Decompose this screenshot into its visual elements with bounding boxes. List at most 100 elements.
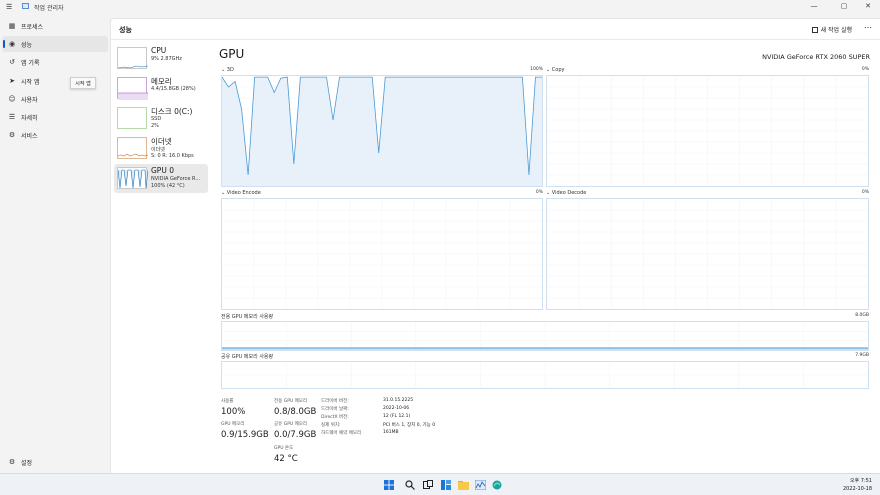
resource-sub: 9% 2.87GHz xyxy=(151,56,182,62)
ethernet-thumbnail-graph xyxy=(117,137,149,159)
resource-sub: NVIDIA GeForce R... xyxy=(151,176,201,182)
resource-sub: S: 0 R: 16.0 Kbps xyxy=(151,153,194,159)
task-manager-icon[interactable] xyxy=(474,479,486,491)
tooltip: 시작 앱 xyxy=(70,77,96,89)
taskbar: 오후 7:51 2022-10-18 xyxy=(0,473,880,495)
nav-item-label: 시작 앱 xyxy=(21,78,40,86)
resource-item-memory[interactable]: 메모리 4.4/15.8GB (28%) xyxy=(114,74,208,103)
active-indicator xyxy=(3,40,5,48)
info-label-driver-version: 드라이버 버전: xyxy=(321,399,349,404)
windows-start-icon[interactable] xyxy=(383,479,395,491)
performance-icon: ◉ xyxy=(8,40,16,48)
graph-3d-svg xyxy=(221,76,542,186)
nav-item-label: 앱 기록 xyxy=(21,59,40,67)
graph-label-copy: ⌄ Copy xyxy=(546,67,565,73)
resource-sub: SSD xyxy=(151,116,162,122)
info-value-driver-version: 31.0.15.2225 xyxy=(383,398,414,403)
nav-item-label: 성능 xyxy=(21,41,33,49)
nav-item-app-history[interactable]: ↺ 앱 기록 xyxy=(2,54,108,70)
task-manager-app-icon xyxy=(22,3,29,9)
info-label-location: 실제 위치: xyxy=(321,423,341,428)
gpu-model: NVIDIA GeForce RTX 2060 SUPER xyxy=(762,53,870,61)
graph-video-encode xyxy=(221,198,543,310)
graph-label-dedicated-memory: 전용 GPU 메모리 사용량 xyxy=(221,314,274,320)
graph-label-video-encode: ⌄ Video Encode xyxy=(221,190,261,196)
resource-name: GPU 0 xyxy=(151,166,174,175)
info-value-reserved-memory: 161MB xyxy=(383,430,399,435)
taskbar-clock[interactable]: 오후 7:51 2022-10-18 xyxy=(843,477,872,493)
clock-date: 2022-10-18 xyxy=(842,486,872,492)
file-explorer-icon[interactable] xyxy=(457,479,469,491)
graph-label-video-decode: ⌄ Video Decode xyxy=(546,190,587,196)
stat-label-dedicated-memory: 전용 GPU 메모리 xyxy=(274,399,308,404)
resource-item-gpu[interactable]: GPU 0 NVIDIA GeForce R... 100% (42 °C) xyxy=(114,164,208,193)
more-options-button[interactable]: ⋯ xyxy=(864,23,872,32)
info-value-driver-date: 2022-10-06 xyxy=(383,406,410,411)
settings-gear-icon: ⚙ xyxy=(8,458,16,466)
info-label-directx: DirectX 버전: xyxy=(321,415,349,420)
stat-value-gpu-temperature: 42 °C xyxy=(274,454,298,464)
nav-item-label: 서비스 xyxy=(21,132,38,140)
nav-item-settings[interactable]: ⚙ 설정 xyxy=(2,454,108,470)
stat-value-dedicated-memory: 0.8/8.0GB xyxy=(274,407,317,417)
stat-label-gpu-memory: GPU 메모리 xyxy=(221,422,245,427)
resource-name: CPU xyxy=(151,46,167,55)
stat-label-gpu-temperature: GPU 온도 xyxy=(274,446,294,451)
gpu-title: GPU xyxy=(219,47,245,61)
disk-thumbnail-graph xyxy=(117,107,147,129)
resource-sub: 100% (42 °C) xyxy=(151,183,185,189)
nav-item-services[interactable]: ⚙ 서비스 xyxy=(2,127,108,143)
minimize-button[interactable]: — xyxy=(804,2,824,10)
graph-max-dedicated-memory: 8.0GB xyxy=(855,313,869,318)
users-icon: ☺ xyxy=(8,95,16,103)
nav-item-label: 사용자 xyxy=(21,96,38,104)
info-label-reserved-memory: 하드웨어 예약 메모리 xyxy=(321,431,362,436)
header-divider xyxy=(111,39,880,40)
hamburger-menu-icon[interactable]: ☰ xyxy=(6,3,12,11)
stat-label-utilization: 사용률 xyxy=(221,399,234,404)
memory-thumbnail-graph xyxy=(117,77,148,100)
graph-label-3d: ⌄ 3D xyxy=(221,67,234,73)
search-icon[interactable] xyxy=(404,479,416,491)
nav-item-processes[interactable]: ▦ 프로세스 xyxy=(2,18,108,34)
graph-copy xyxy=(546,75,869,187)
nav-item-label: 프로세스 xyxy=(21,23,44,31)
cpu-thumbnail-graph xyxy=(117,47,149,69)
info-value-location: PCI 버스 1, 장치 0, 기능 0 xyxy=(383,423,436,428)
new-task-icon xyxy=(811,26,818,33)
widgets-icon[interactable] xyxy=(440,479,452,491)
graph-pct-video-encode: 0% xyxy=(535,190,543,195)
run-new-task-button[interactable]: 새 작업 실행 xyxy=(811,25,852,34)
processes-icon: ▦ xyxy=(8,22,16,30)
stat-value-utilization: 100% xyxy=(221,407,246,417)
resource-item-cpu[interactable]: CPU 9% 2.87GHz xyxy=(114,44,208,73)
graph-video-decode xyxy=(546,198,869,310)
task-view-icon[interactable] xyxy=(422,479,434,491)
graph-pct-3d: 100% xyxy=(530,67,543,72)
resource-item-disk[interactable]: 디스크 0(C:) SSD 2% xyxy=(114,104,208,133)
stat-label-shared-memory: 공유 GPU 메모리 xyxy=(274,422,308,427)
graph-3d xyxy=(221,75,543,187)
nav-item-label: 자세히 xyxy=(21,114,38,122)
graph-shared-memory xyxy=(221,361,869,389)
details-icon: ☰ xyxy=(8,113,16,121)
info-label-driver-date: 드라이버 날짜: xyxy=(321,407,349,412)
graph-max-shared-memory: 7.9GB xyxy=(855,353,869,358)
window-title: 작업 관리자 xyxy=(34,5,64,12)
nav-item-performance[interactable]: ◉ 성능 xyxy=(2,36,108,52)
graph-pct-video-decode: 0% xyxy=(861,190,869,195)
resource-sub: 2% xyxy=(151,123,159,129)
stat-value-shared-memory: 0.0/7.9GB xyxy=(274,430,317,440)
gpu-thumbnail-graph xyxy=(117,167,149,189)
nav-item-label: 설정 xyxy=(21,459,33,467)
resource-item-ethernet[interactable]: 이더넷 이더넷 S: 0 R: 16.0 Kbps xyxy=(114,134,208,163)
startup-icon: ➤ xyxy=(9,77,15,85)
close-button[interactable]: ✕ xyxy=(858,2,878,10)
nav-item-users[interactable]: ☺ 사용자 xyxy=(2,91,108,107)
maximize-button[interactable]: ▢ xyxy=(834,2,854,10)
title-bar: ☰ 작업 관리자 — ▢ ✕ xyxy=(0,0,880,14)
nav-item-details[interactable]: ☰ 자세히 xyxy=(2,109,108,125)
history-icon: ↺ xyxy=(9,58,15,66)
edge-icon[interactable] xyxy=(491,479,503,491)
resource-sub: 이더넷 xyxy=(151,147,165,153)
